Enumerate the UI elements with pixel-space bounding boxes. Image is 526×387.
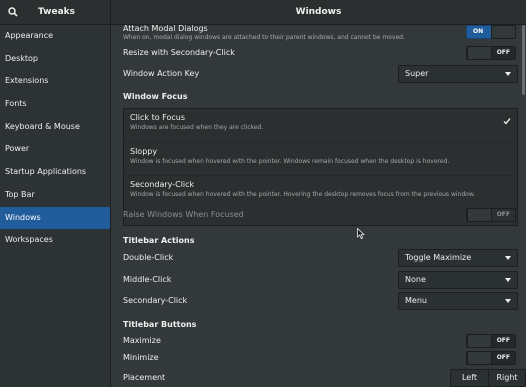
- scrollbar[interactable]: [522, 25, 525, 95]
- focus-option-description: Window is focused when hovered with the …: [130, 191, 476, 198]
- titlebar-buttons-heading: Titlebar Buttons: [123, 320, 197, 329]
- sidebar-item-desktop[interactable]: Desktop: [0, 48, 110, 71]
- switch-state: ON: [473, 28, 484, 35]
- action-key-row: Window Action Key Super: [123, 64, 518, 84]
- focus-option-sloppy[interactable]: Sloppy Window is focused when hovered wi…: [124, 142, 517, 175]
- sidebar-item-startup-applications[interactable]: Startup Applications: [0, 161, 110, 184]
- focus-option-title: Click to Focus: [130, 113, 186, 122]
- switch-state: OFF: [496, 337, 510, 344]
- focus-option-click[interactable]: Click to Focus Windows are focused when …: [124, 109, 517, 142]
- resize-secondary-row: Resize with Secondary-Click OFF: [123, 43, 518, 63]
- combo-value: Menu: [405, 296, 427, 305]
- double-click-row: Double-Click Toggle Maximize: [123, 248, 518, 268]
- sidebar-item-windows[interactable]: Windows: [0, 206, 110, 230]
- attach-modal-row: Attach Modal Dialogs When on, modal dial…: [123, 25, 518, 41]
- minimize-row: Minimize OFF: [123, 348, 518, 368]
- chevron-down-icon: [505, 278, 511, 282]
- sidebar-item-extensions[interactable]: Extensions: [0, 70, 110, 93]
- settings-panel: Attach Modal Dialogs When on, modal dial…: [111, 25, 526, 387]
- resize-secondary-label: Resize with Secondary-Click: [123, 48, 235, 57]
- placement-selector: Left Right: [450, 369, 526, 387]
- switch-knob: [467, 334, 492, 348]
- focus-option-title: Secondary-Click: [130, 180, 195, 189]
- double-click-label: Double-Click: [123, 253, 174, 262]
- switch-knob: [467, 351, 492, 365]
- action-key-combo[interactable]: Super: [398, 65, 518, 83]
- combo-value: None: [405, 275, 426, 284]
- raise-windows-row: Raise Windows When Focused OFF: [123, 205, 518, 225]
- app-title: Tweaks: [38, 7, 75, 17]
- placement-right-button[interactable]: Right: [488, 370, 525, 386]
- secondary-click-combo[interactable]: Menu: [398, 292, 518, 310]
- placement-left-button[interactable]: Left: [451, 370, 488, 386]
- headerbar: Tweaks Windows: [0, 0, 526, 25]
- raise-windows-switch[interactable]: OFF: [466, 208, 516, 222]
- sidebar-item-appearance[interactable]: Appearance: [0, 25, 110, 48]
- action-key-label: Window Action Key: [123, 69, 200, 78]
- search-icon: [8, 7, 18, 17]
- focus-option-description: Window is focused when hovered with the …: [130, 158, 450, 165]
- attach-modal-switch[interactable]: ON: [466, 25, 516, 39]
- secondary-click-label: Secondary-Click: [123, 296, 188, 305]
- middle-click-row: Middle-Click None: [123, 270, 518, 290]
- raise-windows-label: Raise Windows When Focused: [123, 210, 244, 219]
- sidebar-item-top-bar[interactable]: Top Bar: [0, 184, 110, 207]
- switch-knob: [491, 25, 516, 39]
- maximize-switch[interactable]: OFF: [466, 334, 516, 348]
- chevron-down-icon: [505, 299, 511, 303]
- minimize-label: Minimize: [123, 353, 159, 362]
- combo-value: Toggle Maximize: [405, 253, 472, 262]
- window-focus-heading: Window Focus: [123, 92, 188, 101]
- middle-click-label: Middle-Click: [123, 275, 172, 284]
- switch-knob: [467, 208, 492, 222]
- focus-option-secondary-click[interactable]: Secondary-Click Window is focused when h…: [124, 175, 517, 208]
- switch-state: OFF: [496, 211, 510, 218]
- chevron-down-icon: [505, 72, 511, 76]
- double-click-combo[interactable]: Toggle Maximize: [398, 249, 518, 267]
- resize-secondary-switch[interactable]: OFF: [466, 46, 516, 60]
- middle-click-combo[interactable]: None: [398, 271, 518, 289]
- sidebar-item-workspaces[interactable]: Workspaces: [0, 229, 110, 252]
- minimize-switch[interactable]: OFF: [466, 351, 516, 365]
- search-button[interactable]: [5, 4, 21, 20]
- sidebar-item-fonts[interactable]: Fonts: [0, 93, 110, 116]
- secondary-click-row: Secondary-Click Menu: [123, 291, 518, 311]
- attach-modal-description: When on, modal dialog windows are attach…: [123, 34, 405, 41]
- placement-label: Placement: [123, 373, 166, 382]
- titlebar-actions-heading: Titlebar Actions: [123, 236, 195, 245]
- window-title: Windows: [295, 7, 342, 17]
- placement-row: Placement Left Right: [123, 368, 526, 387]
- chevron-down-icon: [505, 256, 511, 260]
- sidebar: Appearance Desktop Extensions Fonts Keyb…: [0, 25, 111, 387]
- switch-state: OFF: [496, 49, 510, 56]
- headerbar-left: Tweaks: [0, 0, 111, 25]
- switch-knob: [467, 46, 492, 60]
- sidebar-item-power[interactable]: Power: [0, 138, 110, 161]
- switch-state: OFF: [496, 354, 510, 361]
- focus-option-title: Sloppy: [130, 147, 158, 156]
- checkmark-icon: [503, 118, 511, 125]
- focus-option-description: Windows are focused when they are clicke…: [130, 124, 264, 131]
- mouse-cursor-icon: [357, 228, 365, 239]
- sidebar-item-keyboard-mouse[interactable]: Keyboard & Mouse: [0, 116, 110, 139]
- combo-value: Super: [405, 69, 429, 78]
